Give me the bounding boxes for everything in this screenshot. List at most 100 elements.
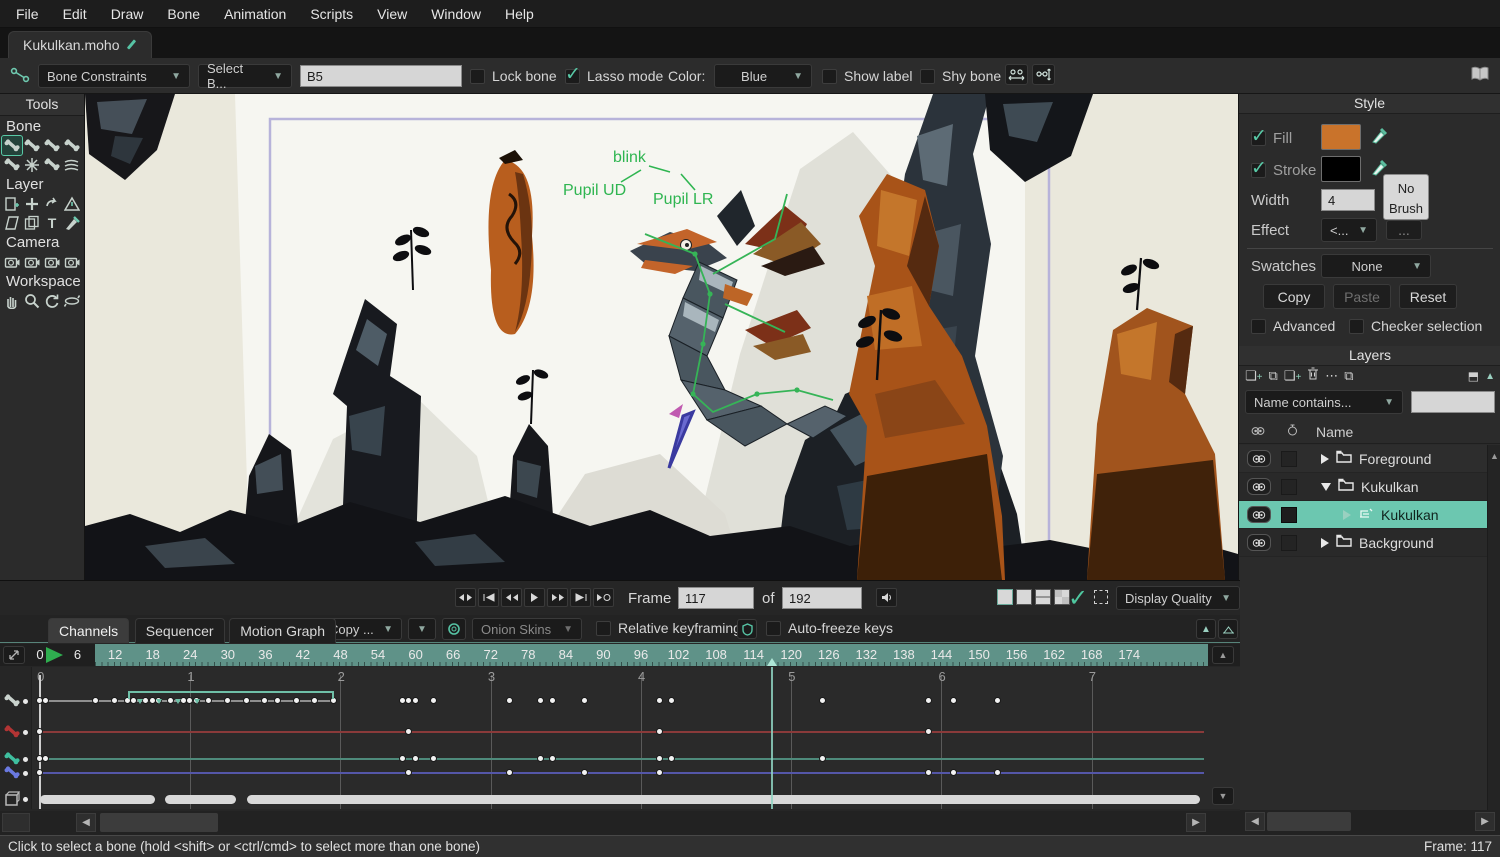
offset-bone-tool-icon[interactable] (42, 155, 62, 174)
keyframe[interactable] (405, 769, 412, 776)
layer-filter-input[interactable] (1411, 391, 1495, 413)
layer-visibility-channel-segment-1[interactable] (165, 795, 236, 804)
checker-selection-option[interactable]: Checker selection (1349, 318, 1482, 334)
keyframe[interactable] (994, 697, 1001, 704)
scroll-up-icon[interactable]: ▲ (1488, 445, 1500, 461)
reset-style-button[interactable]: Reset (1399, 284, 1457, 309)
keyframe[interactable] (430, 755, 437, 762)
expand-icon[interactable] (1321, 538, 1329, 548)
keyframe[interactable] (950, 697, 957, 704)
total-frames-input[interactable] (782, 587, 862, 609)
bone-name-input[interactable] (300, 65, 462, 87)
copy-style-button[interactable]: Copy (1263, 284, 1325, 309)
layer-visibility-channel-segment-2[interactable] (247, 795, 1201, 804)
keyframe[interactable] (111, 697, 118, 704)
layer-visibility-toggle[interactable] (1247, 478, 1271, 495)
scroll-left-icon[interactable]: ◀ (76, 813, 96, 832)
keyframe[interactable] (42, 697, 49, 704)
fill-option[interactable]: Fill (1251, 130, 1292, 147)
menu-animation[interactable]: Animation (212, 0, 298, 28)
zoom-camera-tool-icon[interactable] (22, 252, 42, 271)
stroke-option[interactable]: Stroke (1251, 162, 1316, 179)
keyframe[interactable] (537, 755, 544, 762)
main-canvas[interactable]: blink Pupil UD Pupil LR (85, 94, 1238, 580)
scroll-thumb[interactable] (1267, 812, 1351, 831)
pop-out-icon[interactable]: ⬒ (1468, 369, 1479, 383)
menu-draw[interactable]: Draw (99, 0, 156, 28)
layer-row-kukulkan-2[interactable]: Kukulkan (1239, 501, 1487, 529)
layer-stack-icon[interactable]: ⧉ (1344, 368, 1353, 384)
keyframe[interactable] (994, 769, 1001, 776)
keyframe[interactable] (92, 697, 99, 704)
swatches-dropdown[interactable]: None▼ (1321, 254, 1431, 278)
timeline-scroll-down-icon[interactable]: ▼ (1212, 787, 1234, 805)
scroll-thumb[interactable] (100, 813, 218, 832)
timeline-horizontal-scrollbar[interactable]: ◀ ▶ (0, 811, 1240, 835)
eyedropper-tool-tool-icon[interactable] (62, 213, 82, 232)
rotate-layer-tool-icon[interactable] (42, 194, 62, 213)
timeline-tab-motion-graph[interactable]: Motion Graph (229, 618, 336, 643)
checker-selection-checkbox[interactable] (1349, 319, 1364, 334)
layer-animated-visibility-checkbox[interactable] (1281, 451, 1297, 467)
keyframe[interactable] (925, 769, 932, 776)
layer-row-background-3[interactable]: Background (1239, 529, 1487, 557)
menu-bone[interactable]: Bone (155, 0, 212, 28)
documentation-book-icon[interactable] (1470, 66, 1490, 87)
auto-freeze-option[interactable]: Auto-freeze keys (766, 620, 893, 636)
keyframe[interactable] (549, 697, 556, 704)
advanced-option[interactable]: Advanced (1251, 318, 1335, 334)
timeline-tab-channels[interactable]: Channels (48, 618, 129, 643)
timeline-tab-sequencer[interactable]: Sequencer (135, 618, 225, 643)
timeline-tracks[interactable]: 01234567 (0, 667, 1240, 809)
menu-view[interactable]: View (365, 0, 419, 28)
scroll-right-icon[interactable]: ▶ (1475, 812, 1495, 831)
lasso-mode-option[interactable]: Lasso mode (565, 68, 663, 84)
paste-style-button[interactable]: Paste (1333, 284, 1391, 309)
stroke-color-swatch[interactable] (1321, 156, 1361, 182)
new-group-layer-icon[interactable]: ❏+ (1284, 368, 1302, 384)
effect-dropdown[interactable]: <...▼ (1321, 218, 1377, 242)
keyframe[interactable] (549, 755, 556, 762)
keyframe[interactable] (399, 755, 406, 762)
keyframe[interactable] (506, 697, 513, 704)
keyframe[interactable] (925, 728, 932, 735)
keyframe[interactable] (819, 697, 826, 704)
display-quality-dropdown[interactable]: Display Quality▼ (1116, 586, 1240, 610)
keyframe[interactable] (819, 755, 826, 762)
expand-timeline-icon[interactable] (1218, 619, 1238, 639)
select-bone-tool-icon[interactable] (2, 136, 22, 155)
crop-view-icon[interactable] (1094, 590, 1108, 604)
playhead-start-icon[interactable] (46, 647, 63, 663)
go-to-start-button[interactable] (478, 588, 499, 607)
apply-check-icon[interactable]: ✓ (1068, 584, 1088, 613)
layer-animated-visibility-checkbox[interactable] (1281, 507, 1297, 523)
menu-edit[interactable]: Edit (51, 0, 99, 28)
loop-end-button[interactable] (593, 588, 614, 607)
duplicate-layer-tool-icon[interactable] (22, 213, 42, 232)
roll-camera-tool-icon[interactable] (42, 252, 62, 271)
reparent-bone-tool-icon[interactable] (62, 136, 82, 155)
keyframe[interactable] (668, 697, 675, 704)
keyframe[interactable] (581, 697, 588, 704)
orbit-workspace-tool-icon[interactable] (62, 291, 82, 310)
play-button[interactable] (524, 588, 545, 607)
keyframe[interactable] (656, 769, 663, 776)
stroke-checkbox[interactable] (1251, 163, 1266, 178)
layer-visibility-channel-segment-0[interactable] (40, 795, 155, 804)
bone-strength-tool-icon[interactable] (22, 155, 42, 174)
timeline-extra-dropdown[interactable]: ▼ (408, 618, 436, 640)
layer-row-kukulkan-1[interactable]: Kukulkan (1239, 473, 1487, 501)
bone-scale-mode-button[interactable] (1005, 64, 1028, 85)
layer-visibility-toggle[interactable] (1247, 506, 1271, 523)
layer-animated-visibility-checkbox[interactable] (1281, 479, 1297, 495)
auto-freeze-checkbox[interactable] (766, 621, 781, 636)
advanced-checkbox[interactable] (1251, 319, 1266, 334)
rotate-workspace-tool-icon[interactable] (42, 291, 62, 310)
bind-layer-tool-icon[interactable] (2, 155, 22, 174)
keyframe[interactable] (950, 769, 957, 776)
current-frame-marker[interactable] (767, 658, 777, 666)
step-back-button[interactable] (501, 588, 522, 607)
keyframe[interactable] (656, 697, 663, 704)
step-forward-button[interactable] (547, 588, 568, 607)
flexi-bind-tool-icon[interactable] (62, 155, 82, 174)
